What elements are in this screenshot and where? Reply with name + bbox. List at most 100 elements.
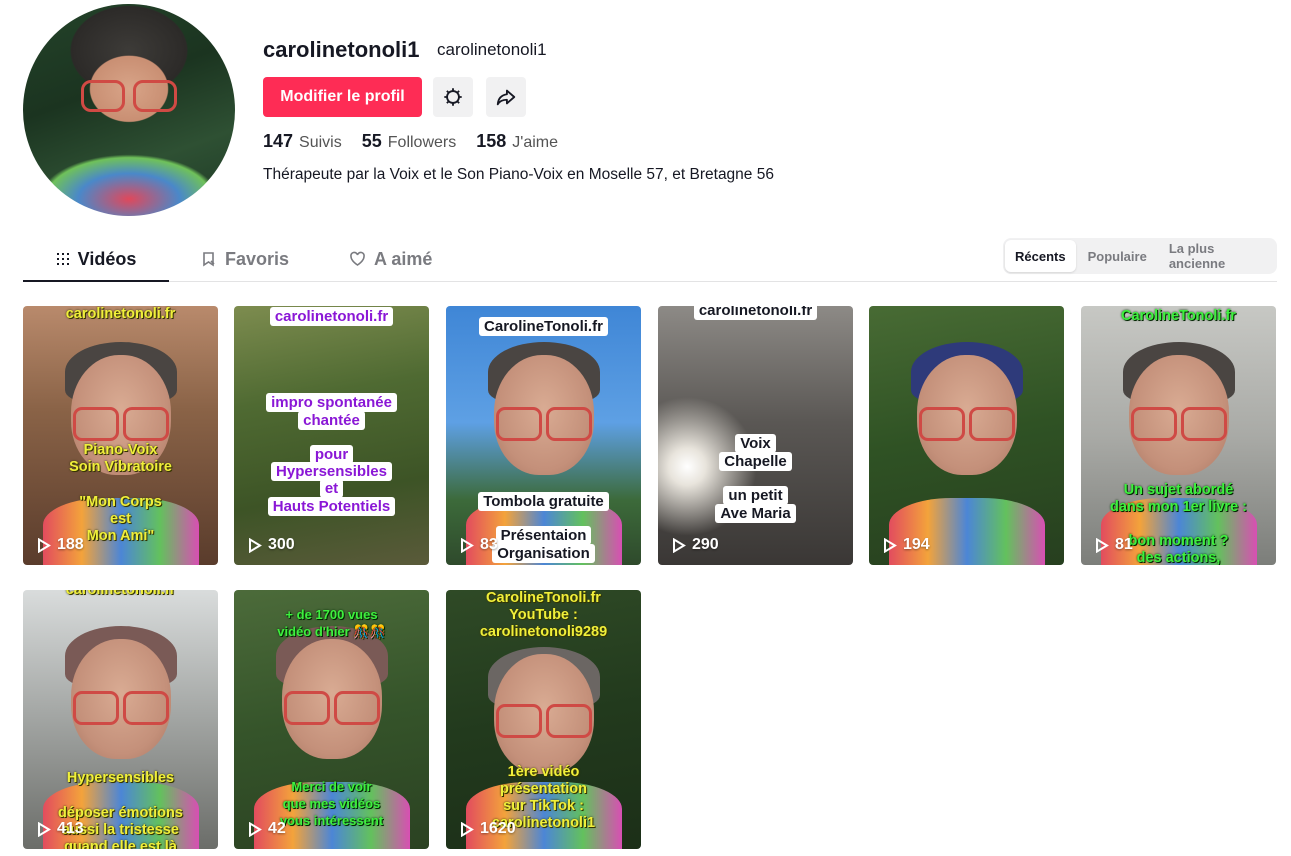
play-icon bbox=[249, 821, 262, 837]
tab-videos[interactable]: Vidéos bbox=[23, 237, 169, 282]
video-caption: Voix bbox=[664, 434, 847, 453]
tab-favorites-label: Favoris bbox=[225, 248, 290, 269]
likes-label: J'aime bbox=[512, 134, 559, 151]
profile-avatar[interactable] bbox=[23, 4, 235, 216]
view-count: 188 bbox=[37, 536, 84, 554]
stat-followers[interactable]: 55 Followers bbox=[362, 131, 457, 152]
video-caption: impro spontanée bbox=[240, 393, 423, 412]
grid-icon bbox=[56, 253, 69, 265]
view-count-value: 188 bbox=[57, 536, 84, 553]
video-caption: et bbox=[240, 479, 423, 498]
likes-count: 158 bbox=[476, 131, 507, 151]
video-caption: quand elle est là bbox=[64, 839, 177, 849]
view-count-value: 290 bbox=[692, 536, 719, 553]
gear-icon bbox=[444, 88, 462, 106]
view-count-value: 300 bbox=[268, 536, 295, 553]
tab-videos-label: Vidéos bbox=[77, 248, 137, 269]
view-count: 81 bbox=[1095, 536, 1133, 554]
profile-nickname: carolinetonoli1 bbox=[437, 40, 547, 59]
video-caption: CarolineTonoli.fr bbox=[1121, 308, 1236, 324]
followers-count: 55 bbox=[361, 131, 382, 151]
video-caption: un petit bbox=[664, 486, 847, 505]
video-card[interactable]: carolinetonoli.fr Hypersensibles déposer… bbox=[23, 590, 218, 849]
sort-segmented-control: Récents Populaire La plus ancienne bbox=[1003, 238, 1277, 274]
sort-recent[interactable]: Récents bbox=[1005, 240, 1076, 272]
heart-icon bbox=[350, 251, 365, 266]
video-card[interactable]: carolinetonoli.fr Voix Chapelle un petit… bbox=[658, 306, 853, 565]
video-card[interactable]: carolinetonoli.fr impro spontanée chanté… bbox=[234, 306, 429, 565]
video-caption: sur TikTok : bbox=[503, 798, 584, 814]
view-count-value: 81 bbox=[1115, 536, 1133, 553]
video-card[interactable]: carolinetonoli.fr Piano-Voix Soin Vibrat… bbox=[23, 306, 218, 565]
stat-following[interactable]: 147 Suivis bbox=[263, 131, 342, 152]
video-caption: CarolineTonoli.fr bbox=[486, 590, 601, 606]
view-count: 194 bbox=[883, 536, 930, 554]
video-caption-text: Présentaion bbox=[495, 526, 592, 545]
video-caption: carolinetonoli.fr bbox=[65, 306, 176, 322]
play-icon bbox=[1096, 537, 1109, 553]
tab-favorites[interactable]: Favoris bbox=[201, 237, 289, 281]
view-count-value: 83 bbox=[480, 536, 498, 553]
video-caption: carolinetonoli.fr bbox=[65, 590, 176, 598]
video-caption: présentation bbox=[499, 781, 587, 797]
profile-bio: Thérapeute par la Voix et le Son Piano-V… bbox=[263, 166, 774, 183]
video-caption: CarolineTonoli.fr bbox=[452, 317, 635, 336]
edit-profile-button[interactable]: Modifier le profil bbox=[263, 77, 422, 117]
video-caption: Ave Maria bbox=[664, 504, 847, 523]
video-caption: Chapelle bbox=[664, 452, 847, 471]
video-caption-text: Voix bbox=[735, 434, 776, 453]
video-caption: chantée bbox=[240, 411, 423, 430]
video-caption: "Mon Corps bbox=[79, 494, 162, 510]
video-caption: carolinetonoli.fr bbox=[664, 306, 847, 320]
video-caption: est bbox=[110, 511, 131, 527]
video-caption: Piano-Voix bbox=[83, 442, 158, 458]
following-count: 147 bbox=[263, 131, 294, 151]
view-count-value: 413 bbox=[57, 820, 84, 837]
avatar-glasses bbox=[81, 80, 177, 114]
settings-button[interactable] bbox=[433, 77, 473, 117]
video-caption-text: chantée bbox=[298, 411, 365, 430]
video-caption-text: Ave Maria bbox=[715, 504, 796, 523]
sort-oldest[interactable]: La plus ancienne bbox=[1159, 240, 1275, 272]
view-count: 42 bbox=[248, 820, 286, 838]
view-count-value: 194 bbox=[903, 536, 930, 553]
view-count: 1620 bbox=[460, 820, 516, 838]
tab-liked[interactable]: A aimé bbox=[349, 237, 432, 281]
view-count-value: 1620 bbox=[480, 820, 516, 837]
video-card[interactable]: 194 bbox=[869, 306, 1064, 565]
video-caption: Soin Vibratoire bbox=[69, 459, 172, 475]
play-icon bbox=[461, 821, 474, 837]
video-caption-text: impro spontanée bbox=[266, 393, 397, 412]
video-caption-text: et bbox=[319, 479, 344, 498]
video-card[interactable]: CarolineTonoli.fr Tombola gratuite Prése… bbox=[446, 306, 641, 565]
video-caption-text: carolinetonoli.fr bbox=[269, 307, 394, 326]
video-caption: Hypersensibles bbox=[66, 770, 175, 786]
video-caption-text: carolinetonoli.fr bbox=[693, 306, 818, 320]
video-caption: Merci de voir bbox=[291, 779, 372, 794]
stat-likes: 158 J'aime bbox=[476, 131, 558, 152]
video-caption: carolinetonoli.fr bbox=[240, 307, 423, 326]
video-caption-text: Organisation bbox=[492, 544, 595, 563]
play-icon bbox=[461, 537, 474, 553]
play-icon bbox=[673, 537, 686, 553]
view-count: 83 bbox=[460, 536, 498, 554]
play-icon bbox=[249, 537, 262, 553]
video-card[interactable]: CarolineTonoli.fr Un sujet abordé dans m… bbox=[1081, 306, 1276, 565]
video-caption: + de 1700 vues bbox=[285, 607, 378, 622]
share-button[interactable] bbox=[486, 77, 526, 117]
profile-stats: 147 Suivis 55 Followers 158 J'aime bbox=[263, 131, 558, 152]
video-caption-text: CarolineTonoli.fr bbox=[479, 317, 608, 336]
video-card[interactable]: CarolineTonoli.fr YouTube : carolinetono… bbox=[446, 590, 641, 849]
video-caption-text: Tombola gratuite bbox=[478, 492, 609, 511]
followers-label: Followers bbox=[387, 134, 457, 151]
share-arrow-icon bbox=[496, 89, 516, 106]
following-label: Suivis bbox=[299, 134, 342, 151]
video-card[interactable]: + de 1700 vues vidéo d'hier 🎊🎊 Merci de … bbox=[234, 590, 429, 849]
video-caption-text: un petit bbox=[723, 486, 788, 505]
sort-popular[interactable]: Populaire bbox=[1078, 240, 1157, 272]
video-caption: dans mon 1er livre : bbox=[1110, 499, 1247, 515]
video-caption: vidéo d'hier 🎊🎊 bbox=[277, 624, 386, 639]
view-count: 290 bbox=[672, 536, 719, 554]
play-icon bbox=[38, 537, 51, 553]
video-caption: YouTube : bbox=[509, 607, 578, 623]
